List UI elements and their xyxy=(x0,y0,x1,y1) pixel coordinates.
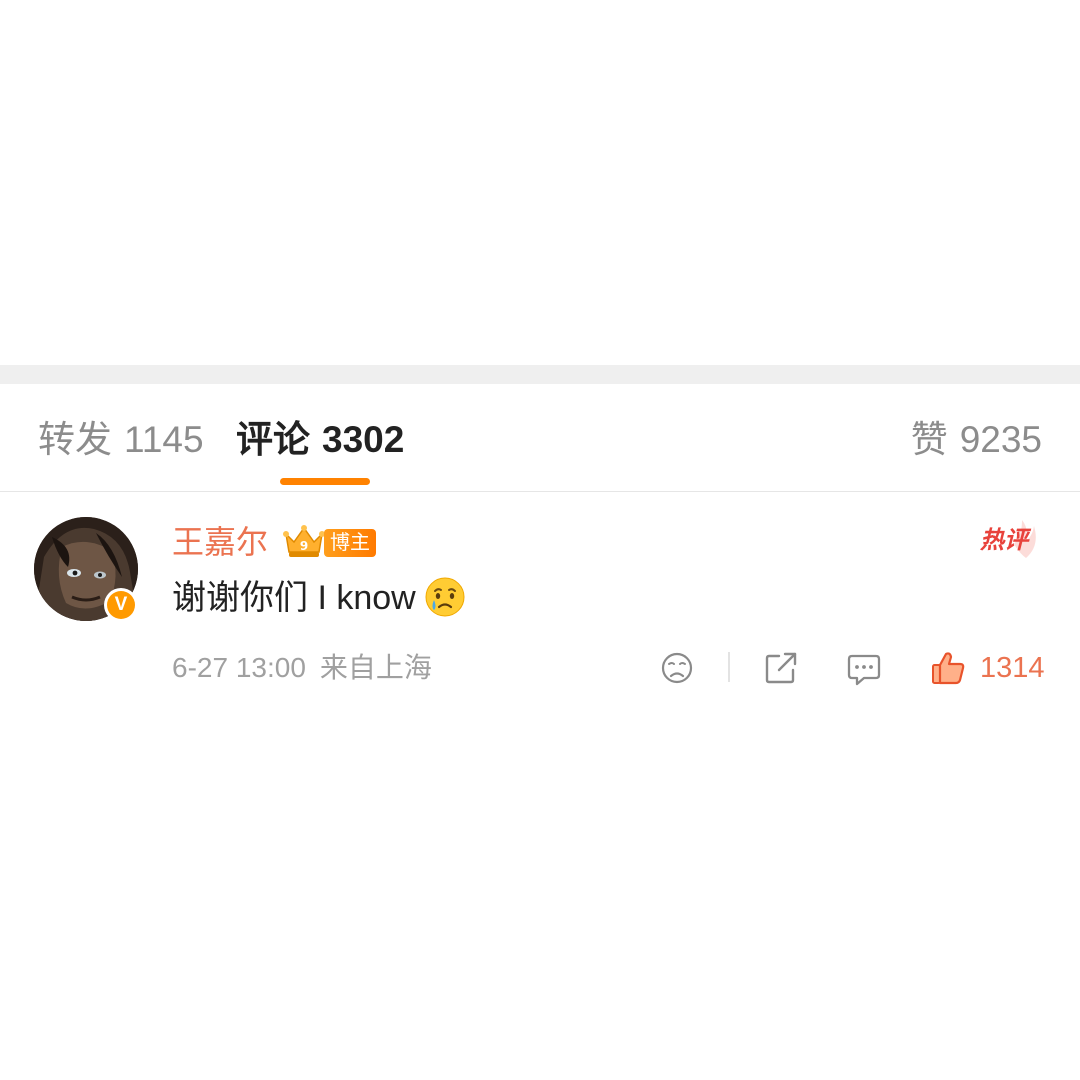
hot-comment-label: 热评 xyxy=(980,527,1028,554)
active-tab-indicator xyxy=(280,478,370,485)
comments-page: 转发 1145 评论 3302 赞 9235 V 王嘉尔 9 博主 热评 谢谢你… xyxy=(0,0,1080,1080)
blogger-badge: 博主 xyxy=(324,529,376,557)
verified-icon: V xyxy=(104,588,138,622)
comment-text: 谢谢你们 I know xyxy=(172,579,416,617)
comment-meta: 6-27 13:00 来自上海 xyxy=(172,650,432,686)
reply-icon xyxy=(847,654,881,686)
tab-likes-count: 9235 xyxy=(959,419,1042,460)
tab-likes[interactable]: 赞 9235 xyxy=(911,418,1042,462)
reply-button[interactable] xyxy=(846,648,882,688)
comment-location: 来自上海 xyxy=(319,652,432,683)
comment-item: V 王嘉尔 9 博主 热评 谢谢你们 I know 6-27 13:00 来自上… xyxy=(0,492,1080,712)
post-stats-tabbar: 转发 1145 评论 3302 赞 9235 xyxy=(0,384,1080,492)
crying-face-icon xyxy=(425,577,465,617)
crown-level: 9 xyxy=(300,539,308,553)
dislike-icon xyxy=(661,652,693,684)
crown-icon: 9 xyxy=(283,525,325,557)
tab-repost[interactable]: 转发 1145 xyxy=(38,418,204,462)
like-icon xyxy=(932,652,965,685)
comment-username[interactable]: 王嘉尔 xyxy=(172,522,268,562)
tab-comments[interactable]: 评论 3302 xyxy=(236,418,404,462)
tab-comments-label: 评论 xyxy=(236,419,310,460)
share-icon xyxy=(765,652,797,684)
tab-repost-count: 1145 xyxy=(124,419,204,460)
like-count: 1314 xyxy=(980,652,1045,684)
tab-likes-label: 赞 xyxy=(910,419,948,460)
comment-time: 6-27 13:00 xyxy=(172,652,306,683)
hot-comment-badge: 热评 xyxy=(980,518,1044,562)
share-button[interactable] xyxy=(763,648,799,688)
section-divider xyxy=(0,365,1080,384)
tab-comments-count: 3302 xyxy=(322,419,405,460)
like-button[interactable] xyxy=(930,648,966,688)
action-separator xyxy=(728,652,730,682)
verified-badge-text: V xyxy=(107,591,135,619)
dislike-button[interactable] xyxy=(660,648,694,688)
comment-body: 谢谢你们 I know xyxy=(172,576,466,621)
tab-repost-label: 转发 xyxy=(38,419,112,460)
